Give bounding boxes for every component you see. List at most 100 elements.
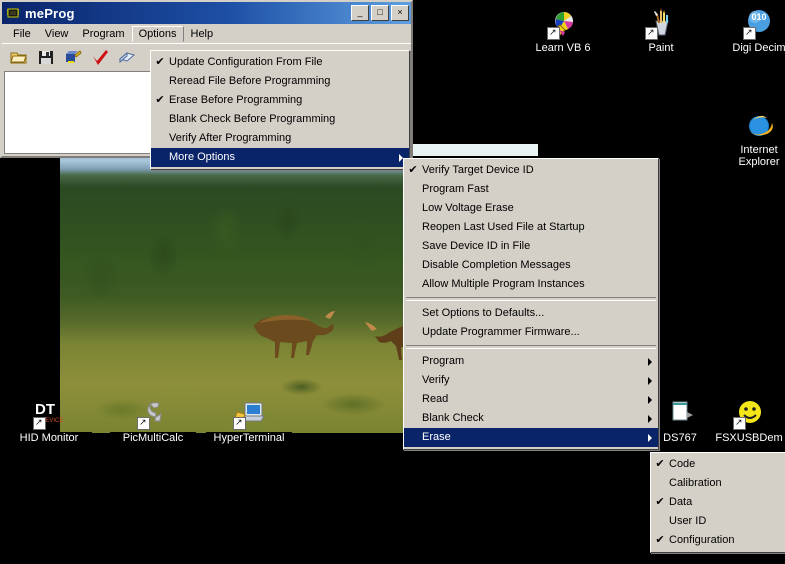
dt-logo-icon: DT DEVICE [33, 398, 65, 430]
menu-item-erase-calibration[interactable]: Calibration [651, 474, 785, 493]
desktop-icon-label: Learn VB 6 [520, 42, 606, 54]
menu-item-erase-user-id[interactable]: User ID [651, 512, 785, 531]
erase-submenu[interactable]: ✔ Code Calibration ✔ Data User ID ✔ Conf… [650, 452, 785, 553]
computer-icon [233, 398, 265, 430]
shortcut-overlay-icon [743, 27, 756, 40]
menu-item-label: Configuration [669, 531, 779, 550]
desktop-icon-hid-monitor[interactable]: DT DEVICE HID Monitor [6, 398, 92, 444]
menu-separator [406, 297, 656, 301]
desktop-icon-picmulticalc[interactable]: PicMultiCalc [110, 398, 196, 444]
internet-explorer-icon [743, 110, 775, 142]
more-options-submenu[interactable]: ✔ Verify Target Device ID Program Fast L… [403, 158, 659, 450]
shortcut-overlay-icon [33, 417, 46, 430]
menu-item-erase-data[interactable]: ✔ Data [651, 493, 785, 512]
palette-icon [547, 8, 579, 40]
menu-item-label: Verify After Programming [169, 129, 403, 148]
menu-item-allow-multiple-program-instances[interactable]: Allow Multiple Program Instances [404, 275, 658, 294]
eraser-icon[interactable] [118, 49, 136, 65]
document-icon [664, 398, 696, 430]
check-icon: ✔ [651, 531, 669, 550]
desktop-icon-hyperterminal[interactable]: HyperTerminal [206, 398, 292, 444]
desktop-icon-label: PicMultiCalc [110, 432, 196, 444]
menu-item-label: Program Fast [422, 180, 652, 199]
desktop-icon-label: Digi Decim [716, 42, 785, 54]
menu-item-label: Update Programmer Firmware... [422, 323, 652, 342]
chevron-right-icon [648, 434, 652, 442]
program-chip-icon[interactable] [64, 49, 82, 65]
options-menu[interactable]: ✔ Update Configuration From File Reread … [150, 50, 410, 170]
binary-ball-icon: 010 [743, 8, 775, 40]
menu-item-reread-file-before-programming[interactable]: Reread File Before Programming [151, 72, 409, 91]
menu-item-save-device-id-in-file[interactable]: Save Device ID in File [404, 237, 658, 256]
menu-item-read[interactable]: Read [404, 390, 658, 409]
check-icon: ✔ [151, 53, 169, 72]
menu-item-label: Calibration [669, 474, 779, 493]
desktop-icon-label: FSXUSBDem [706, 432, 785, 444]
close-button[interactable]: × [391, 5, 409, 21]
menu-item-label: Erase [422, 428, 652, 447]
menubar-item-view[interactable]: View [38, 26, 76, 42]
menu-item-update-programmer-firmware[interactable]: Update Programmer Firmware... [404, 323, 658, 342]
menubar-item-program[interactable]: Program [75, 26, 131, 42]
menu-item-more-options[interactable]: More Options [151, 148, 409, 167]
menu-item-erase-before-programming[interactable]: ✔ Erase Before Programming [151, 91, 409, 110]
shortcut-overlay-icon [645, 27, 658, 40]
window-buttons: _ □ × [351, 5, 409, 21]
floppy-disk-icon[interactable] [37, 49, 55, 65]
menu-item-program[interactable]: Program [404, 352, 658, 371]
desktop-icon-label: HID Monitor [6, 432, 92, 444]
check-icon: ✔ [651, 493, 669, 512]
desktop[interactable]: Learn VB 6 Paint 010 [0, 0, 785, 564]
menu-item-label: Data [669, 493, 779, 512]
menu-item-label: Blank Check Before Programming [169, 110, 403, 129]
smiley-icon [733, 398, 765, 430]
desktop-icon-learn-vb-6[interactable]: Learn VB 6 [520, 8, 606, 54]
menu-item-verify-after-programming[interactable]: Verify After Programming [151, 129, 409, 148]
check-icon: ✔ [151, 91, 169, 110]
menu-item-verify[interactable]: Verify [404, 371, 658, 390]
menu-item-blank-check[interactable]: Blank Check [404, 409, 658, 428]
menu-item-label: Read [422, 390, 652, 409]
menu-item-label: Set Options to Defaults... [422, 304, 652, 323]
desktop-icon-digi-decim[interactable]: 010 Digi Decim [716, 8, 785, 54]
menu-item-label: Blank Check [422, 409, 652, 428]
desktop-icon-fsxusbdem[interactable]: FSXUSBDem [706, 398, 785, 444]
menubar[interactable]: File View Program Options Help [2, 24, 411, 43]
desktop-icon-paint[interactable]: Paint [618, 8, 704, 54]
status-strip [408, 144, 538, 156]
menu-item-disable-completion-messages[interactable]: Disable Completion Messages [404, 256, 658, 275]
svg-text:DT: DT [35, 401, 55, 418]
shortcut-overlay-icon [547, 27, 560, 40]
menu-item-label: Disable Completion Messages [422, 256, 652, 275]
minimize-button[interactable]: _ [351, 5, 369, 21]
chevron-right-icon [648, 396, 652, 404]
menu-item-erase[interactable]: Erase [404, 428, 658, 447]
window-titlebar[interactable]: meProg _ □ × [2, 2, 411, 24]
red-check-icon[interactable] [91, 49, 109, 65]
menu-item-label: Low Voltage Erase [422, 199, 652, 218]
open-folder-icon[interactable] [10, 49, 28, 65]
window-title: meProg [25, 6, 75, 21]
menu-item-reopen-last-used-file-at-startup[interactable]: Reopen Last Used File at Startup [404, 218, 658, 237]
moose-left-illustration [245, 305, 355, 367]
wrench-icon [137, 398, 169, 430]
menu-item-label: Erase Before Programming [169, 91, 403, 110]
menubar-item-options[interactable]: Options [132, 26, 184, 42]
shortcut-overlay-icon [137, 417, 150, 430]
menu-item-program-fast[interactable]: Program Fast [404, 180, 658, 199]
menu-item-blank-check-before-programming[interactable]: Blank Check Before Programming [151, 110, 409, 129]
menu-item-set-options-to-defaults[interactable]: Set Options to Defaults... [404, 304, 658, 323]
desktop-icon-label: Internet Explorer [716, 144, 785, 168]
menu-item-erase-code[interactable]: ✔ Code [651, 455, 785, 474]
menu-item-label: Update Configuration From File [169, 53, 403, 72]
desktop-icon-internet-explorer[interactable]: Internet Explorer [716, 110, 785, 168]
menu-item-verify-target-device-id[interactable]: ✔ Verify Target Device ID [404, 161, 658, 180]
desktop-wallpaper [60, 145, 405, 433]
maximize-button[interactable]: □ [371, 5, 389, 21]
menu-item-low-voltage-erase[interactable]: Low Voltage Erase [404, 199, 658, 218]
menu-item-erase-configuration[interactable]: ✔ Configuration [651, 531, 785, 550]
menubar-item-help[interactable]: Help [184, 26, 221, 42]
check-icon: ✔ [651, 455, 669, 474]
menubar-item-file[interactable]: File [6, 26, 38, 42]
menu-item-update-configuration-from-file[interactable]: ✔ Update Configuration From File [151, 53, 409, 72]
